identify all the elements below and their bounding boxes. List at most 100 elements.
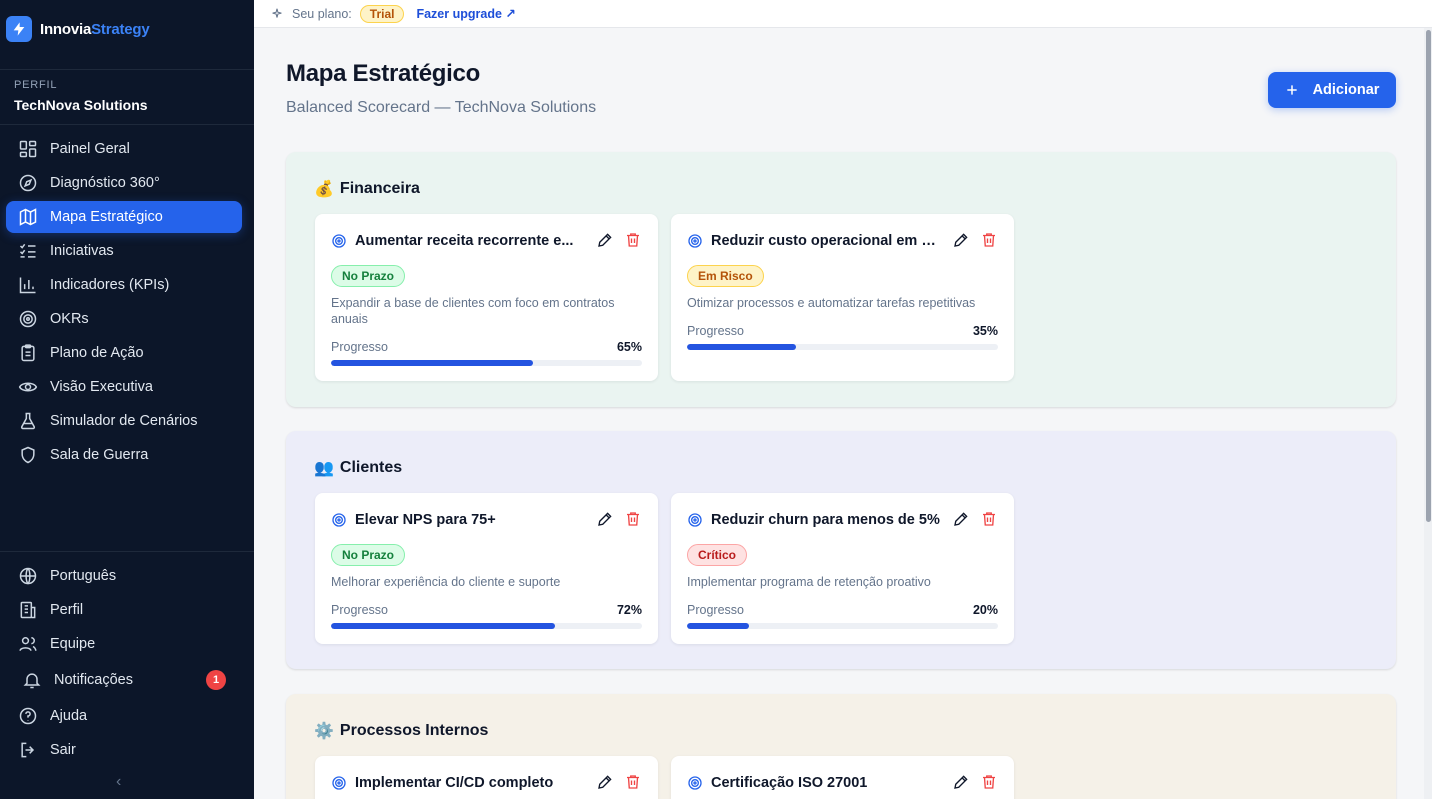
perspective-title-text: Processos Internos xyxy=(339,721,489,739)
objective-actions xyxy=(952,510,998,528)
delete-trash-icon[interactable] xyxy=(980,231,998,249)
objective-actions xyxy=(596,773,642,791)
objective-actions xyxy=(952,773,998,791)
objective-title: Reduzir custo operacional em 1... xyxy=(711,233,941,249)
progress-value: 72% xyxy=(616,603,642,617)
page-title: Mapa Estratégico xyxy=(286,60,480,87)
edit-pencil-icon[interactable] xyxy=(952,773,970,791)
page-subtitle: Balanced Scorecard — TechNova Solutions xyxy=(286,99,597,116)
grid-icon xyxy=(19,140,37,158)
objective-card[interactable]: Certificação ISO 27001 xyxy=(671,756,1014,799)
sidebar-item-label: Sala de Guerra xyxy=(50,447,149,463)
sidebar-item-notificacoes[interactable]: Notificações 1 xyxy=(6,664,242,696)
progress-label: Progresso xyxy=(331,340,388,354)
money-bag-icon: 💰 xyxy=(314,179,334,198)
sidebar-item-indicadores[interactable]: Indicadores (KPIs) xyxy=(6,269,242,301)
edit-pencil-icon[interactable] xyxy=(952,510,970,528)
objective-title: Reduzir churn para menos de 5% xyxy=(711,512,940,528)
sidebar-item-okrs[interactable]: OKRs xyxy=(6,303,242,335)
status-badge: Em Risco xyxy=(687,265,764,287)
objective-title: Implementar CI/CD completo xyxy=(355,775,554,791)
sparkle-icon xyxy=(272,8,282,18)
objective-card[interactable]: Elevar NPS para 75+ No Prazo Melhorar ex… xyxy=(315,493,658,644)
sidebar-item-iniciativas[interactable]: Iniciativas xyxy=(6,235,242,267)
status-badge: Crítico xyxy=(687,544,748,566)
sidebar-item-mapa-estrategico[interactable]: Mapa Estratégico xyxy=(6,201,242,233)
edit-pencil-icon[interactable] xyxy=(952,231,970,249)
sidebar-item-visao-executiva[interactable]: Visão Executiva xyxy=(6,371,242,403)
objective-card[interactable]: Implementar CI/CD completo xyxy=(315,756,658,799)
bell-icon xyxy=(23,673,41,689)
target-icon xyxy=(688,776,702,790)
perspective-title-text: Financeira xyxy=(339,179,420,197)
edit-pencil-icon[interactable] xyxy=(596,773,614,791)
upgrade-link[interactable]: Fazer upgrade ↗ xyxy=(416,6,515,21)
sidebar-item-label: Plano de Ação xyxy=(50,345,144,361)
objective-actions xyxy=(596,231,642,249)
objective-card[interactable]: Reduzir custo operacional em 1... Em Ris… xyxy=(671,214,1014,381)
sidebar-item-equipe[interactable]: Equipe xyxy=(6,628,242,660)
objective-title: Certificação ISO 27001 xyxy=(711,775,868,791)
collapse-sidebar-chevron-icon[interactable]: ‹ xyxy=(116,773,132,790)
delete-trash-icon[interactable] xyxy=(624,773,642,791)
progress-bar-fill xyxy=(687,344,796,350)
users-icon xyxy=(19,637,37,651)
objective-description: Expandir a base de clientes com foco em … xyxy=(331,296,615,326)
progress-value: 35% xyxy=(972,324,998,338)
objective-header: Implementar CI/CD completo xyxy=(331,773,642,793)
sidebar-item-label: Sair xyxy=(50,742,76,758)
target-icon xyxy=(332,513,346,527)
objective-card[interactable]: Aumentar receita recorrente e... No Praz… xyxy=(315,214,658,381)
progress-bar-fill xyxy=(331,360,534,366)
sidebar-item-idioma[interactable]: Português xyxy=(6,560,242,592)
target-icon xyxy=(688,513,702,527)
delete-trash-icon[interactable] xyxy=(624,510,642,528)
progress-bar-fill xyxy=(687,623,750,629)
objective-header: Aumentar receita recorrente e... xyxy=(331,231,642,251)
objective-actions xyxy=(596,510,642,528)
sidebar-item-label: Diagnóstico 360° xyxy=(50,175,160,191)
compass-icon xyxy=(19,174,37,192)
flask-icon xyxy=(20,412,36,430)
sidebar-item-simulador[interactable]: Simulador de Cenários xyxy=(6,405,242,437)
sidebar-item-plano-de-acao[interactable]: Plano de Ação xyxy=(6,337,242,369)
delete-trash-icon[interactable] xyxy=(624,231,642,249)
sidebar-item-sala-de-guerra[interactable]: Sala de Guerra xyxy=(6,439,242,471)
scrollbar-thumb[interactable] xyxy=(1426,30,1431,522)
shield-icon xyxy=(21,446,35,464)
plan-label: Seu plano: xyxy=(292,6,352,21)
objective-description: Otimizar processos e automatizar tarefas… xyxy=(687,296,976,310)
progress-row: Progresso 35% xyxy=(687,324,998,338)
sidebar-item-label: Português xyxy=(50,568,117,584)
perspective-title: 💰 Financeira xyxy=(314,179,420,198)
edit-pencil-icon[interactable] xyxy=(596,510,614,528)
checklist-icon xyxy=(19,243,36,258)
map-icon xyxy=(19,208,37,226)
sidebar-item-ajuda[interactable]: Ajuda xyxy=(6,700,242,732)
lightning-icon xyxy=(6,16,32,42)
sidebar-item-label: Painel Geral xyxy=(50,141,130,157)
progress-value: 65% xyxy=(616,340,642,354)
sidebar-item-diagnostico[interactable]: Diagnóstico 360° xyxy=(6,167,242,199)
delete-trash-icon[interactable] xyxy=(980,510,998,528)
brand-logo[interactable]: InnoviaStrategy xyxy=(6,16,150,42)
objective-header: Reduzir custo operacional em 1... xyxy=(687,231,998,251)
sidebar-item-sair[interactable]: Sair xyxy=(6,734,242,766)
target-icon xyxy=(332,234,346,248)
logout-icon xyxy=(21,742,35,758)
notification-count-badge: 1 xyxy=(206,670,226,690)
add-button-label: Adicionar xyxy=(1312,82,1380,98)
topbar: Seu plano: Trial Fazer upgrade ↗ xyxy=(254,0,1432,28)
brand-name-a: Innovia xyxy=(40,20,92,38)
sidebar-item-perfil[interactable]: Perfil xyxy=(6,594,242,626)
sidebar-item-painel-geral[interactable]: Painel Geral xyxy=(6,133,242,165)
divider xyxy=(0,124,254,125)
progress-row: Progresso 65% xyxy=(331,340,642,354)
people-icon: 👥 xyxy=(314,458,334,477)
objective-card[interactable]: Reduzir churn para menos de 5% Crítico I… xyxy=(671,493,1014,644)
add-button[interactable]: Adicionar xyxy=(1268,72,1396,108)
divider xyxy=(0,69,254,70)
objective-description: Implementar programa de retenção proativ… xyxy=(687,575,931,589)
delete-trash-icon[interactable] xyxy=(980,773,998,791)
edit-pencil-icon[interactable] xyxy=(596,231,614,249)
